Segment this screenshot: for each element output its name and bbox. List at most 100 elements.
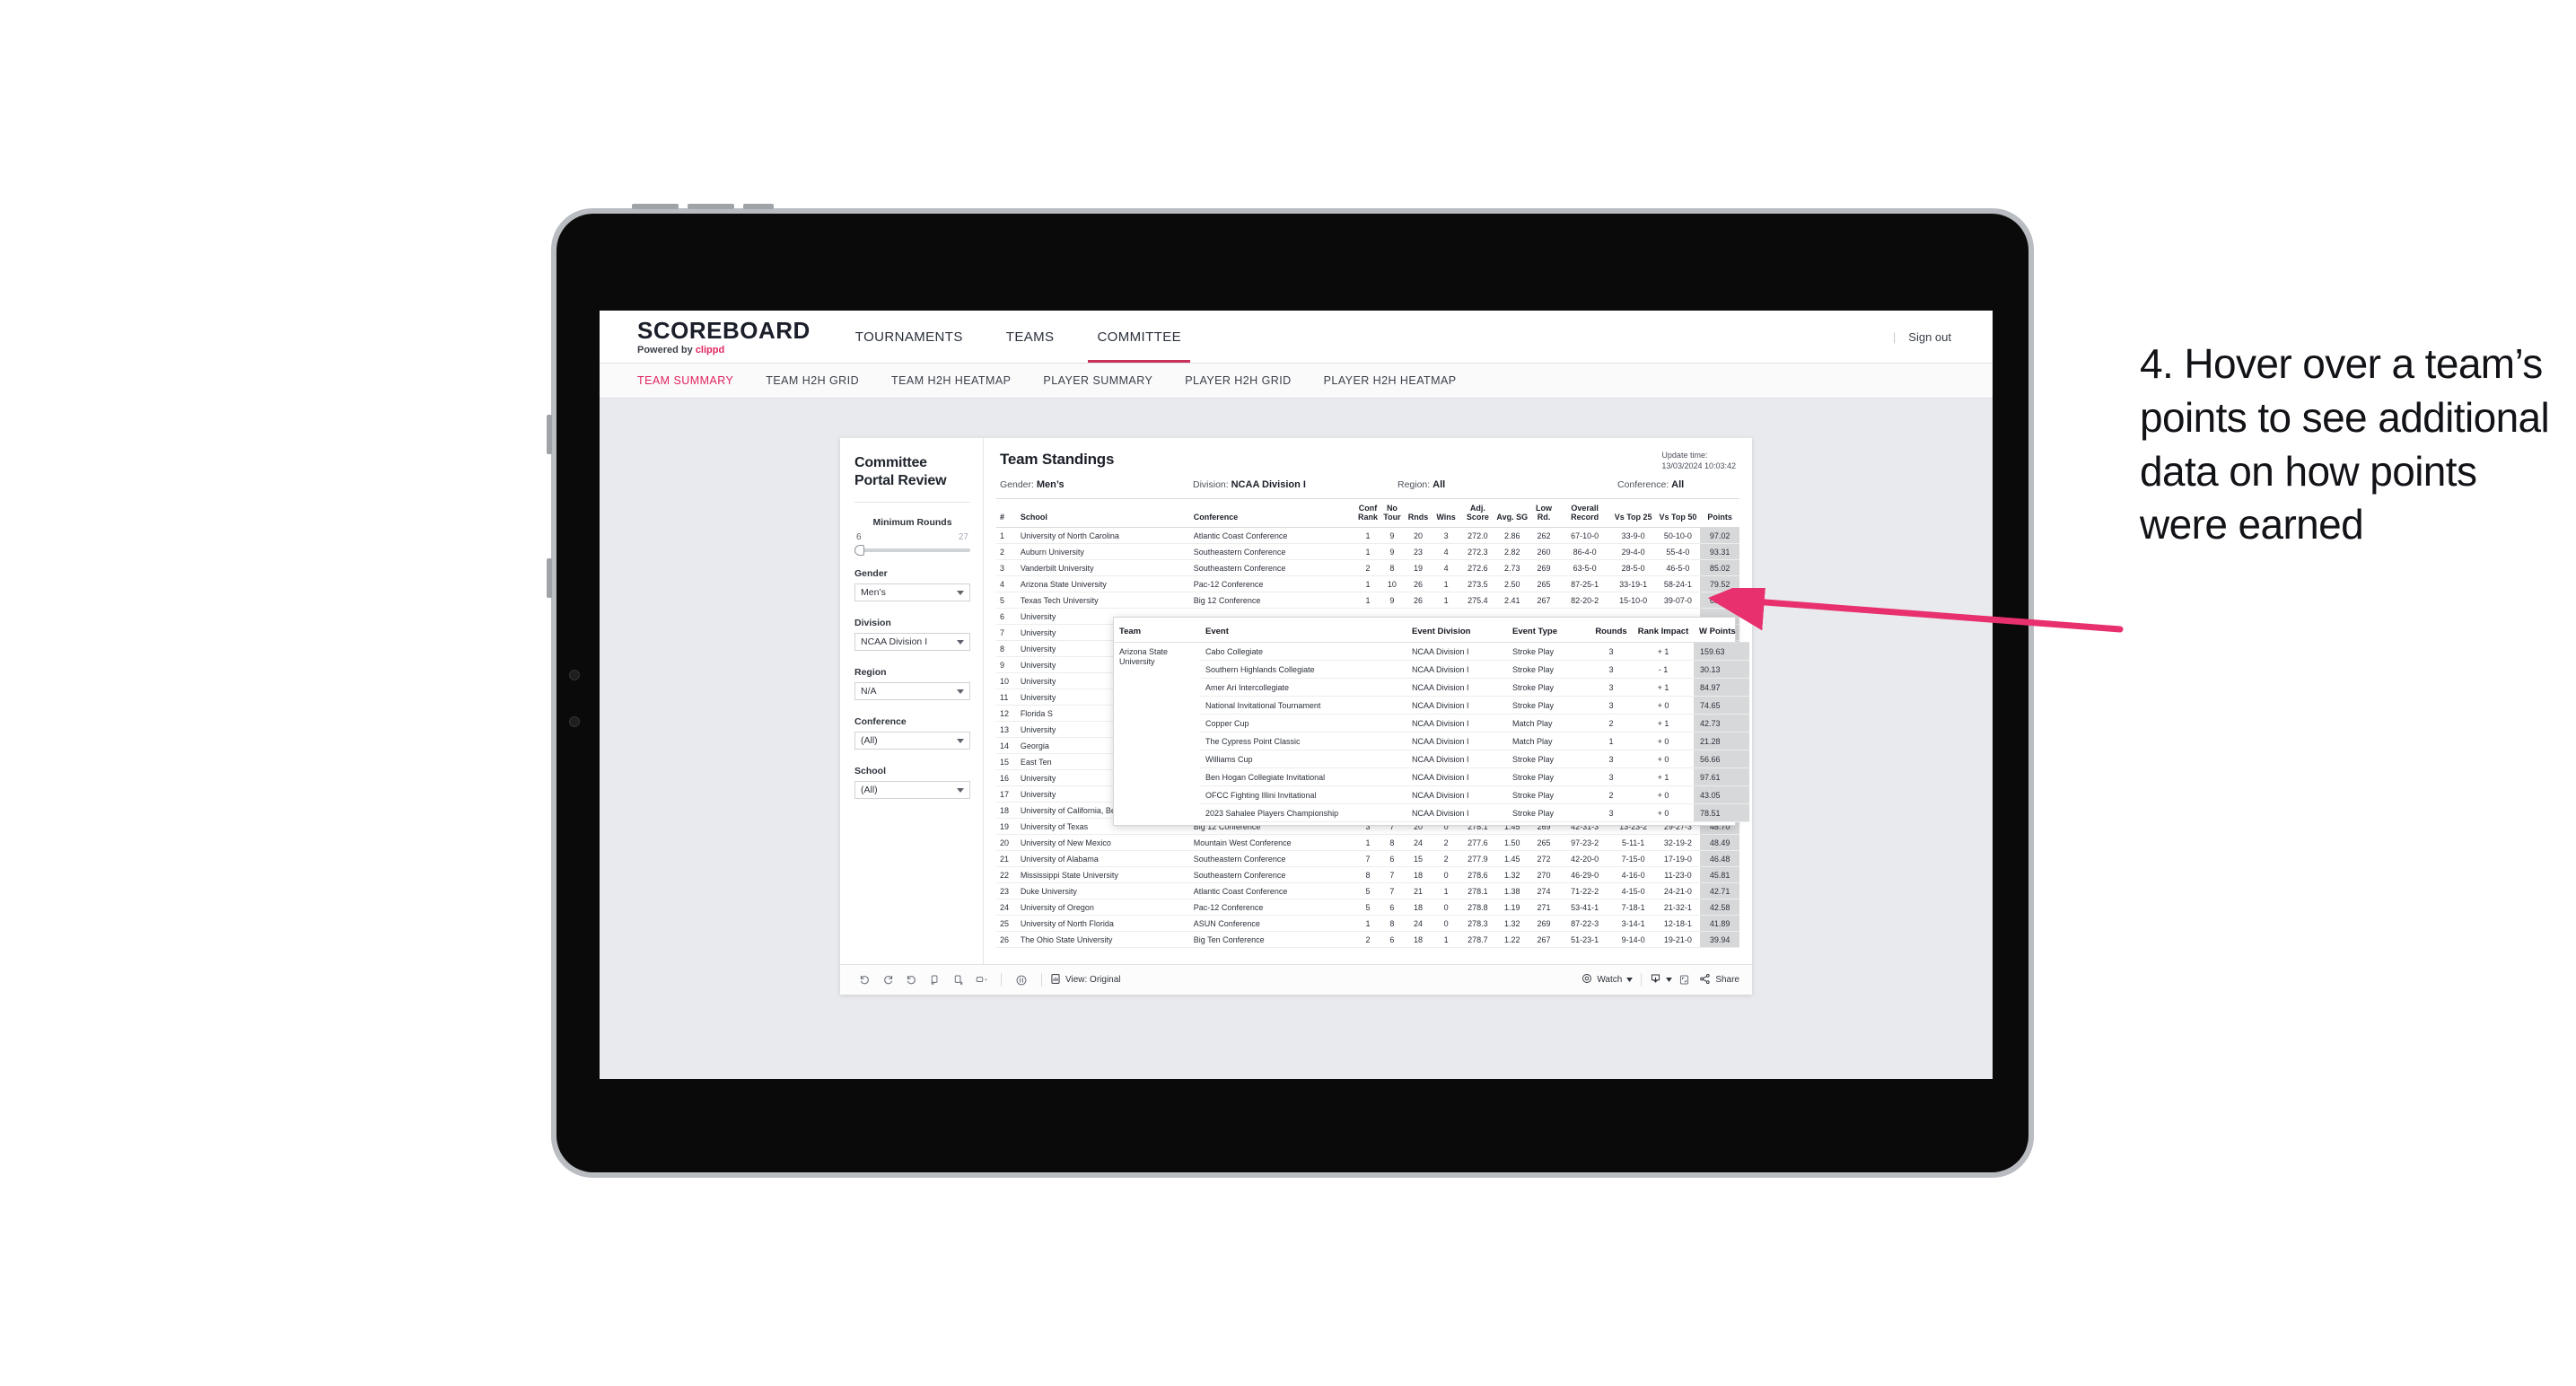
cell-rank: 12 — [996, 705, 1017, 723]
cell-points[interactable]: 39.94 — [1700, 931, 1739, 949]
col-rnds[interactable]: Rnds — [1404, 497, 1433, 529]
cell-rank: 2 — [996, 543, 1017, 561]
summary-conference-label: Conference: — [1617, 479, 1669, 490]
cell-points[interactable]: 97.02 — [1700, 527, 1739, 545]
table-row[interactable]: 20 University of New Mexico Mountain West … — [996, 834, 1739, 852]
table-row[interactable]: 5 Texas Tech University Big 12 Conference 1… — [996, 592, 1739, 610]
refresh-icon[interactable] — [923, 970, 946, 990]
col-points[interactable]: Points — [1700, 497, 1739, 529]
cell-rank: 23 — [996, 882, 1017, 900]
cell-low-rd: 272 — [1529, 850, 1559, 868]
table-row[interactable]: 26 The Ohio State University Big Ten Confe… — [996, 931, 1739, 949]
cell-adj-score: 272.0 — [1459, 527, 1496, 545]
cell-conference: Pac-12 Conference — [1189, 899, 1356, 917]
cell-wins: 2 — [1432, 834, 1460, 852]
cell-points[interactable]: 93.31 — [1700, 543, 1739, 561]
cell-avg-sg: 2.41 — [1495, 592, 1529, 610]
watch-button[interactable]: Watch — [1582, 973, 1634, 987]
cell-no-tour: 6 — [1380, 931, 1405, 949]
minimum-rounds-slider[interactable] — [854, 545, 970, 557]
tooltip-col-event-type: Event Type — [1507, 624, 1590, 643]
tooltip-cell-rank-impact: + 0 — [1636, 732, 1694, 750]
tooltip-cell-w-points: 78.51 — [1694, 803, 1749, 822]
table-row[interactable]: 23 Duke University Atlantic Coast Conferen… — [996, 882, 1739, 900]
cell-overall-record: 51-23-1 — [1558, 931, 1611, 949]
summary-gender-label: Gender: — [1000, 479, 1034, 490]
tab-team-h2h-heatmap[interactable]: TEAM H2H HEATMAP — [891, 374, 1011, 387]
undo-icon[interactable] — [853, 970, 876, 990]
table-row[interactable]: 25 University of North Florida ASUN Confer… — [996, 915, 1739, 933]
table-row[interactable]: 22 Mississippi State University Southeaste… — [996, 866, 1739, 884]
table-row[interactable]: 3 Vanderbilt University Southeastern Confe… — [996, 559, 1739, 577]
cell-wins: 1 — [1432, 575, 1460, 593]
cell-points[interactable]: 46.48 — [1700, 850, 1739, 868]
tab-player-h2h-grid[interactable]: PLAYER H2H GRID — [1185, 374, 1291, 387]
col-adj-score[interactable]: Adj. Score — [1459, 497, 1496, 529]
app-logo[interactable]: SCOREBOARD Powered by clippd — [600, 311, 834, 363]
nav-item-committee[interactable]: COMMITTEE — [1075, 311, 1203, 363]
cell-rank: 8 — [996, 640, 1017, 658]
cell-conf-rank: 1 — [1355, 527, 1380, 545]
gender-select[interactable]: Men’s — [854, 583, 970, 602]
download-button[interactable] — [1650, 973, 1673, 987]
table-row[interactable]: 1 University of North Carolina Atlantic Co… — [996, 527, 1739, 545]
pause-refresh-icon[interactable] — [946, 970, 969, 990]
chevron-down-icon — [957, 738, 964, 743]
col-wins[interactable]: Wins — [1432, 497, 1460, 529]
table-row[interactable]: 21 University of Alabama Southeastern Conf… — [996, 850, 1739, 868]
nav-item-tournaments[interactable]: TOURNAMENTS — [834, 311, 985, 363]
cell-rnds: 18 — [1404, 899, 1433, 917]
tab-team-h2h-grid[interactable]: TEAM H2H GRID — [766, 374, 859, 387]
table-row[interactable]: 2 Auburn University Southeastern Conferenc… — [996, 543, 1739, 561]
tooltip-row: Copper Cup NCAA Division I Match Play 2 + 14… — [1114, 714, 1749, 732]
fullscreen-icon[interactable] — [1672, 970, 1695, 990]
cell-conf-rank: 1 — [1355, 834, 1380, 852]
cell-conference: Southeastern Conference — [1189, 850, 1356, 868]
cell-points[interactable]: 45.81 — [1700, 866, 1739, 884]
col-vs-top-25[interactable]: Vs Top 25 — [1610, 497, 1656, 529]
col-overall-record[interactable]: Overall Record — [1558, 497, 1611, 529]
pause-auto-update-icon[interactable] — [1010, 970, 1033, 990]
col-low-rd[interactable]: Low Rd. — [1529, 497, 1559, 529]
revert-icon[interactable] — [899, 970, 923, 990]
region-select[interactable]: N/A — [854, 682, 970, 701]
table-row[interactable]: 4 Arizona State University Pac-12 Conferen… — [996, 575, 1739, 593]
chevron-down-icon — [957, 590, 964, 595]
cell-points[interactable]: 42.71 — [1700, 882, 1739, 900]
share-button[interactable]: Share — [1699, 973, 1739, 987]
conference-select[interactable]: (All) — [854, 732, 970, 750]
cell-points[interactable]: 41.89 — [1700, 915, 1739, 933]
tab-player-summary[interactable]: PLAYER SUMMARY — [1043, 374, 1152, 387]
camera-icon — [569, 670, 580, 680]
tooltip-cell-rounds: 3 — [1590, 660, 1636, 679]
cell-vs-top-50: 24-21-0 — [1655, 882, 1701, 900]
tooltip-cell-event-division: NCAA Division I — [1406, 696, 1507, 715]
signout-link[interactable]: Sign out — [1908, 330, 1951, 344]
col-conference[interactable]: Conference — [1189, 497, 1356, 529]
tab-player-h2h-heatmap[interactable]: PLAYER H2H HEATMAP — [1324, 374, 1457, 387]
col-vs-top-50[interactable]: Vs Top 50 — [1655, 497, 1701, 529]
cell-overall-record: 86-4-0 — [1558, 543, 1611, 561]
col-rank[interactable]: # — [996, 497, 1017, 529]
cell-school: University of Alabama — [1016, 850, 1190, 868]
cell-points[interactable]: 42.58 — [1700, 899, 1739, 917]
col-avg-sg[interactable]: Avg. SG — [1495, 497, 1529, 529]
slider-handle[interactable] — [854, 545, 864, 557]
col-no-tour[interactable]: No Tour — [1380, 497, 1405, 529]
school-select[interactable]: (All) — [854, 781, 970, 800]
redo-icon[interactable] — [876, 970, 899, 990]
table-row[interactable]: 24 University of Oregon Pac-12 Conference 5… — [996, 899, 1739, 917]
cell-points[interactable]: 48.49 — [1700, 834, 1739, 852]
school-select-value: (All) — [861, 785, 878, 796]
nav-item-teams[interactable]: TEAMS — [985, 311, 1076, 363]
tab-team-summary[interactable]: TEAM SUMMARY — [637, 374, 733, 387]
view-original-button[interactable]: View: Original — [1050, 973, 1121, 987]
division-select[interactable]: NCAA Division I — [854, 633, 970, 652]
rectangle-select-icon[interactable] — [969, 970, 993, 990]
cell-conference: Big Ten Conference — [1189, 931, 1356, 949]
cell-vs-top-25: 28-5-0 — [1610, 559, 1656, 577]
col-conf-rank[interactable]: Conf Rank — [1355, 497, 1380, 529]
cell-points[interactable]: 85.02 — [1700, 559, 1739, 577]
cell-low-rd: 269 — [1529, 915, 1559, 933]
col-school[interactable]: School — [1016, 497, 1190, 529]
